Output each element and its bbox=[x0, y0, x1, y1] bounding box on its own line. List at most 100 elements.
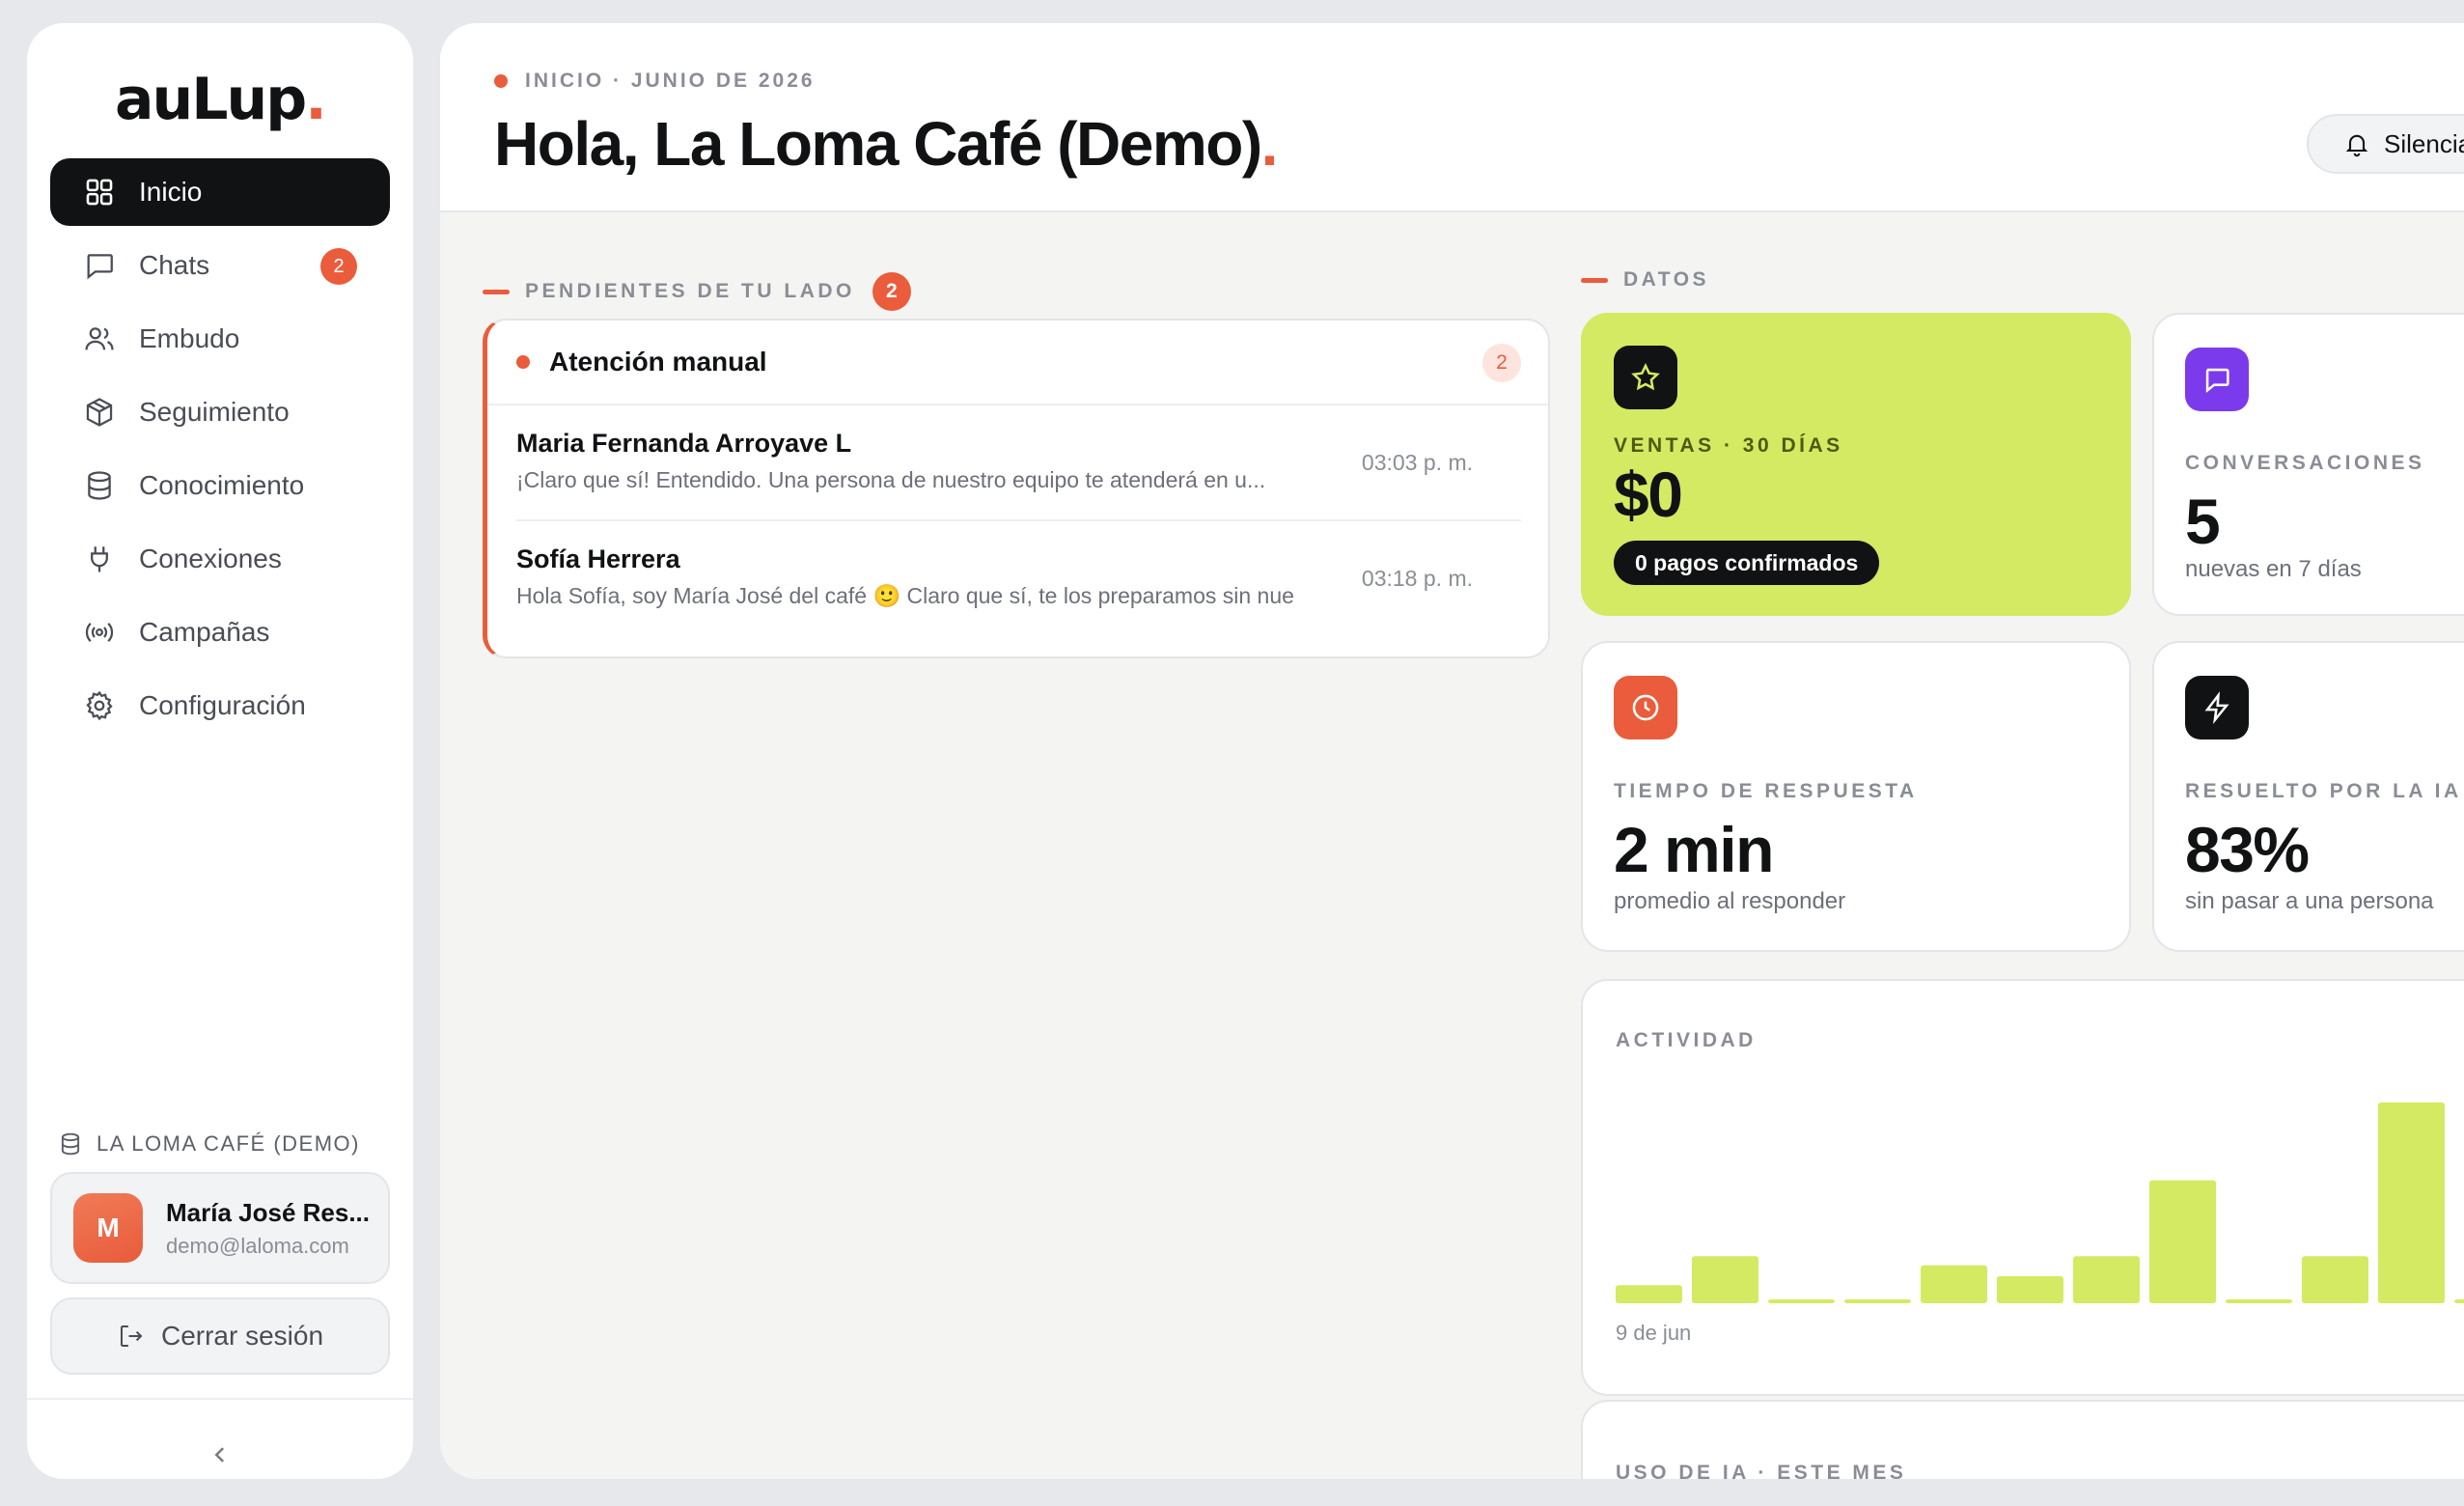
database-icon bbox=[61, 1132, 80, 1156]
plug-icon bbox=[91, 546, 108, 572]
chat-time: 03:18 p. m. bbox=[1361, 566, 1473, 591]
ai-usage-title: USO DE IA · ESTE MES bbox=[1616, 1462, 1907, 1479]
ai-resolved-value: 83% bbox=[2185, 814, 2310, 885]
silence-label: Silenciar bbox=[2384, 128, 2464, 158]
breadcrumb: INICIO · JUNIO DE 2026 bbox=[494, 70, 816, 93]
sidebar-item-label: Chats bbox=[139, 250, 210, 280]
broadcast-icon bbox=[85, 622, 114, 643]
activity-title: ACTIVIDAD bbox=[1616, 1029, 1757, 1051]
chat-preview: Hola Sofía, soy María José del café 🙂 Cl… bbox=[516, 583, 1294, 608]
star-icon-box bbox=[1614, 346, 1677, 409]
logout-button[interactable]: Cerrar sesión bbox=[50, 1297, 390, 1375]
breadcrumb-text: INICIO · JUNIO DE 2026 bbox=[525, 70, 816, 92]
user-info: María José Res... demo@laloma.com bbox=[166, 1198, 370, 1259]
activity-bar bbox=[1921, 1265, 1987, 1303]
section-dash bbox=[1581, 277, 1608, 283]
datos-section-header: DATOS bbox=[1581, 268, 1709, 292]
status-dot bbox=[516, 355, 530, 369]
page-title: Hola, La Loma Café (Demo). bbox=[494, 109, 1278, 179]
logout-label: Cerrar sesión bbox=[160, 1321, 324, 1351]
activity-bar-chart bbox=[1616, 1102, 2464, 1303]
chat-contact-name: Maria Fernanda Arroyave L bbox=[516, 429, 852, 458]
sidebar-item-conocimiento[interactable]: Conocimiento bbox=[50, 452, 390, 519]
clock-icon-box bbox=[1614, 676, 1677, 739]
sidebar-item-configuracion[interactable]: Configuración bbox=[50, 672, 390, 739]
pending-chat-row[interactable]: Maria Fernanda Arroyave L ¡Claro que sí!… bbox=[516, 405, 1521, 519]
sales-stat-card[interactable]: VENTAS · 30 DÍAS $0 0 pagos confirmados bbox=[1581, 313, 2131, 616]
chat-icon bbox=[87, 254, 113, 280]
chats-count-badge: 2 bbox=[320, 248, 357, 285]
conversations-label: CONVERSACIONES bbox=[2185, 452, 2425, 474]
activity-bar bbox=[1768, 1299, 1835, 1303]
pending-section-label: PENDIENTES DE TU LADO bbox=[525, 280, 855, 302]
pending-count-badge: 2 bbox=[872, 272, 911, 311]
conversations-sub: nuevas en 7 días bbox=[2185, 556, 2362, 582]
sidebar-item-inicio[interactable]: Inicio bbox=[50, 158, 390, 226]
activity-bar bbox=[1844, 1299, 1911, 1303]
ai-usage-card: USO DE IA · ESTE MES bbox=[1581, 1400, 2464, 1479]
user-email: demo@laloma.com bbox=[166, 1233, 349, 1258]
sidebar-item-label: Seguimiento bbox=[139, 397, 290, 427]
bell-icon bbox=[2345, 134, 2368, 157]
sidebar-item-label: Campañas bbox=[139, 617, 270, 647]
sidebar-item-chats[interactable]: Chats 2 bbox=[50, 232, 390, 299]
section-dash bbox=[483, 289, 510, 294]
silence-button[interactable]: Silenciar bbox=[2307, 114, 2464, 174]
chat-contact-name: Sofía Herrera bbox=[516, 544, 680, 573]
pending-chat-row[interactable]: Sofía Herrera Hola Sofía, soy María José… bbox=[516, 519, 1521, 633]
response-time-stat-card[interactable]: TIEMPO DE RESPUESTA 2 min promedio al re… bbox=[1581, 641, 2131, 952]
manual-attention-count: 2 bbox=[1482, 344, 1521, 382]
datos-section-label: DATOS bbox=[1623, 268, 1710, 291]
activity-bar bbox=[2454, 1299, 2464, 1303]
conversations-stat-card[interactable]: CONVERSACIONES 5 nuevas en 7 días bbox=[2152, 313, 2464, 616]
sidebar-item-campanas[interactable]: Campañas bbox=[50, 599, 390, 666]
confirmed-payments-pill: 0 pagos confirmados bbox=[1614, 541, 1880, 585]
star-icon bbox=[1631, 363, 1660, 391]
users-icon bbox=[85, 327, 114, 350]
sidebar-item-label: Conexiones bbox=[139, 544, 282, 573]
response-time-sub: promedio al responder bbox=[1614, 888, 1846, 914]
logout-icon bbox=[120, 1325, 143, 1347]
breadcrumb-dot bbox=[494, 74, 508, 88]
sidebar-item-label: Configuración bbox=[139, 690, 306, 720]
main-content: INICIO · JUNIO DE 2026 Hola, La Loma Caf… bbox=[440, 23, 2464, 1479]
user-card[interactable]: M María José Res... demo@laloma.com bbox=[50, 1172, 390, 1284]
message-icon-box bbox=[2185, 348, 2249, 411]
sidebar-divider bbox=[27, 1398, 413, 1400]
manual-attention-header[interactable]: Atención manual 2 bbox=[487, 321, 1548, 405]
activity-bar bbox=[2226, 1299, 2292, 1303]
activity-start-date: 9 de jun bbox=[1616, 1321, 1692, 1345]
activity-bar bbox=[2378, 1102, 2445, 1303]
sales-value: $0 bbox=[1614, 459, 1683, 530]
avatar: M bbox=[73, 1193, 143, 1263]
response-time-value: 2 min bbox=[1614, 814, 1774, 885]
app-logo[interactable]: auLup. bbox=[27, 66, 413, 133]
sidebar-item-label: Inicio bbox=[139, 177, 203, 207]
sidebar: auLup. Inicio Chats 2 Embudo Seguimiento… bbox=[27, 23, 413, 1479]
user-name: María José Res... bbox=[166, 1197, 370, 1227]
activity-card: ACTIVIDAD 9 de jun bbox=[1581, 979, 2464, 1396]
sidebar-item-conexiones[interactable]: Conexiones bbox=[50, 525, 390, 593]
activity-bar bbox=[2302, 1256, 2368, 1303]
ai-resolved-label: RESUELTO POR LA IA bbox=[2185, 780, 2462, 802]
activity-bar bbox=[1616, 1285, 1682, 1303]
clock-icon bbox=[1632, 694, 1659, 721]
manual-attention-card: Atención manual 2 Maria Fernanda Arroyav… bbox=[483, 319, 1550, 658]
sidebar-item-embudo[interactable]: Embudo bbox=[50, 305, 390, 373]
sidebar-item-label: Conocimiento bbox=[139, 470, 305, 500]
sales-label: VENTAS · 30 DÍAS bbox=[1614, 434, 1843, 457]
chat-preview: ¡Claro que sí! Entendido. Una persona de… bbox=[516, 467, 1266, 492]
pending-section-header: PENDIENTES DE TU LADO 2 bbox=[483, 272, 911, 311]
activity-bar bbox=[2149, 1180, 2216, 1303]
response-time-label: TIEMPO DE RESPUESTA bbox=[1614, 780, 1918, 802]
ai-resolved-stat-card[interactable]: RESUELTO POR LA IA 83% sin pasar a una p… bbox=[2152, 641, 2464, 952]
sidebar-nav: Inicio Chats 2 Embudo Seguimiento Conoci… bbox=[50, 158, 390, 745]
gear-icon bbox=[86, 690, 113, 721]
grid-icon bbox=[86, 179, 113, 206]
org-name-label: LA LOMA CAFÉ (DEMO) bbox=[97, 1131, 360, 1156]
message-icon bbox=[2205, 368, 2229, 393]
chevron-left-icon[interactable] bbox=[206, 1440, 235, 1469]
sidebar-item-seguimiento[interactable]: Seguimiento bbox=[50, 378, 390, 446]
activity-bar bbox=[1997, 1275, 2063, 1303]
chat-time: 03:03 p. m. bbox=[1361, 450, 1473, 475]
